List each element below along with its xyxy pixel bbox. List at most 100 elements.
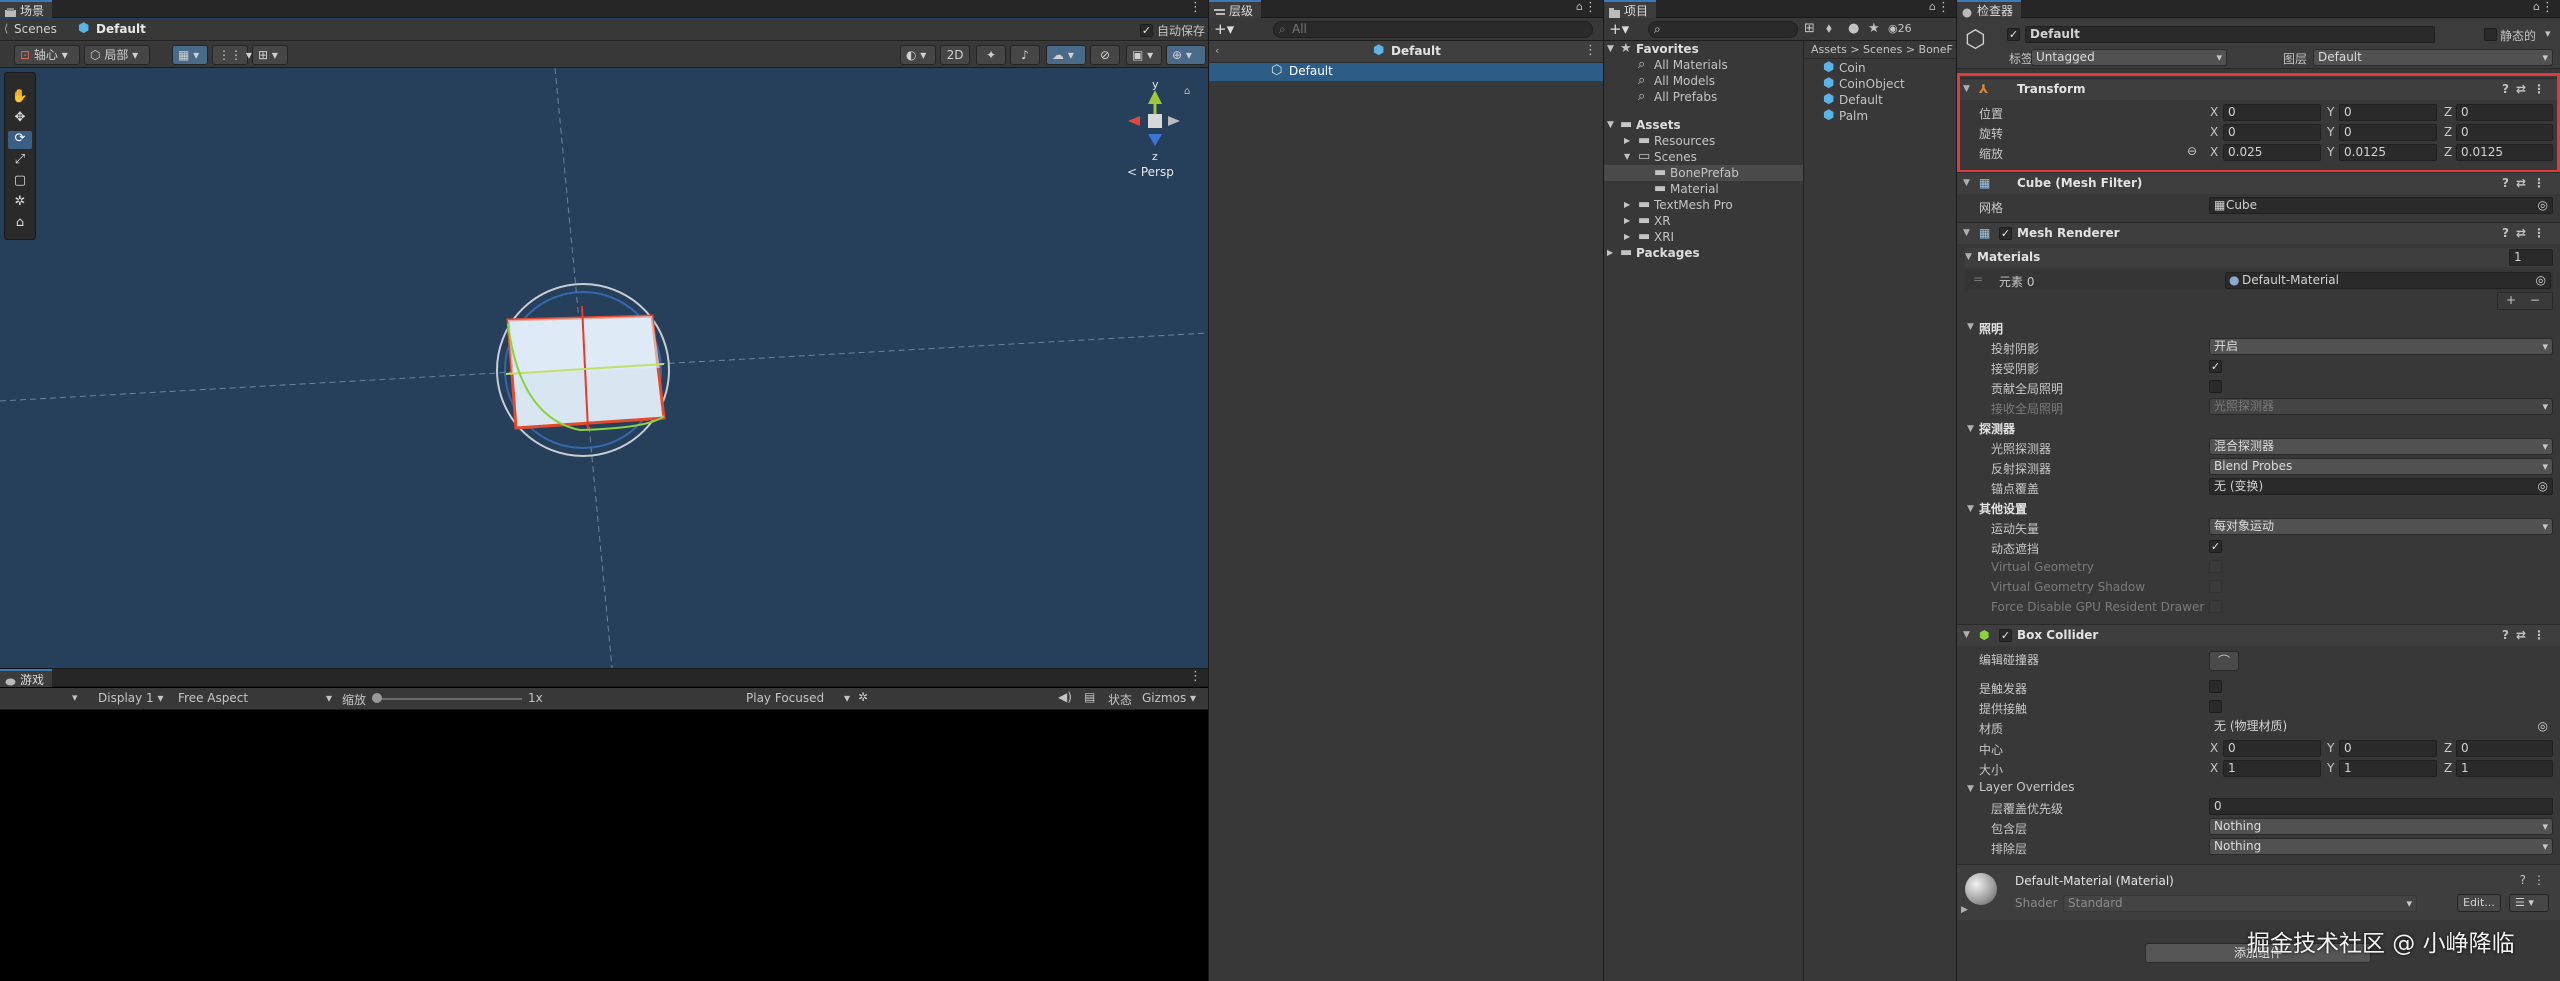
material-element-field[interactable]: ● Default-Material ◎	[2225, 272, 2551, 289]
tab-scene[interactable]: 场景	[0, 0, 53, 18]
cast-shadows-dropdown[interactable]: 开启	[2209, 338, 2553, 355]
favorites-header[interactable]: ▼ ★ Favorites	[1604, 41, 1803, 57]
reflection-probes-dropdown[interactable]: Blend Probes	[2209, 458, 2553, 475]
scale-x-field[interactable]: 0.025	[2223, 144, 2321, 161]
hierarchy-lock-icon[interactable]: ⌂	[1576, 0, 1583, 13]
bug-icon[interactable]: ✲	[858, 690, 868, 704]
favorites-fold-icon[interactable]: ▼	[1607, 41, 1614, 57]
assets-fold-icon[interactable]: ▼	[1607, 117, 1614, 133]
layer-dropdown[interactable]: Default	[2313, 49, 2553, 66]
mesh-filter-fold-icon[interactable]: ▼	[1963, 173, 1970, 194]
file-item[interactable]: ⬢ CoinObject	[1805, 76, 1956, 92]
object-picker-icon[interactable]: ◎	[2538, 198, 2548, 213]
component-header-icons[interactable]: ?⇄⋮	[2502, 625, 2552, 646]
edit-collider-button[interactable]: ⌒	[2209, 651, 2239, 671]
shader-options-button[interactable]: ☰ ▾	[2509, 894, 2549, 912]
materials-header[interactable]: ▼ Materials 1	[1965, 248, 2553, 267]
include-layers-dropdown[interactable]: Nothing	[2209, 818, 2553, 835]
autosave-checkbox[interactable]: ✓	[1140, 24, 1153, 37]
object-name-input[interactable]: Default	[2025, 26, 2435, 43]
box-collider-enabled-checkbox[interactable]: ✓	[1999, 629, 2012, 642]
project-lock-icon[interactable]: ⌂	[1929, 0, 1936, 13]
search-by-label-icon[interactable]: ⬧	[1826, 21, 1832, 36]
project-more-icon[interactable]: ⋮	[1937, 0, 1950, 15]
info-icon[interactable]: ●	[1848, 21, 1859, 36]
mute-audio-icon[interactable]: ◀)	[1058, 690, 1072, 704]
anchor-override-field[interactable]: 无 (变换) ◎	[2209, 478, 2553, 495]
aspect-dropdown[interactable]: Free Aspect ▾	[178, 691, 332, 705]
position-z-field[interactable]: 0	[2456, 104, 2553, 121]
scene-more-icon[interactable]: ⋮	[1189, 0, 1202, 15]
stats-layout-icon[interactable]: ▤	[1084, 690, 1095, 704]
mesh-filter-header[interactable]: ▼ ▦ Cube (Mesh Filter) ?⇄⋮	[1957, 172, 2560, 194]
static-checkbox[interactable]	[2484, 28, 2497, 41]
probes-fold-icon[interactable]: ▼	[1967, 424, 1974, 434]
grid-snap-button[interactable]: ⋮⋮ ▾	[212, 45, 252, 65]
file-item[interactable]: ⬢ Coin	[1805, 60, 1956, 76]
breadcrumb-root[interactable]: Scenes	[14, 22, 57, 36]
shader-dropdown[interactable]: Standard	[2063, 895, 2417, 912]
material-fold-icon[interactable]: ▶	[1961, 905, 1968, 915]
tree-item-resources[interactable]: ▶ ▬ Resources	[1604, 133, 1803, 149]
breadcrumb-current[interactable]: Default	[96, 22, 146, 36]
tree-item-xr[interactable]: ▶ ▬ XR	[1604, 213, 1803, 229]
tree-fold-icon[interactable]: ▼	[1624, 149, 1630, 165]
gizmos-dropdown[interactable]: Gizmos ▾	[1142, 691, 1196, 705]
increment-snap-button[interactable]: ⊞ ▾	[252, 45, 288, 65]
project-create-dropdown[interactable]: +▾	[1609, 20, 1629, 38]
exclude-layers-dropdown[interactable]: Nothing	[2209, 838, 2553, 855]
create-dropdown[interactable]: +▾	[1214, 20, 1234, 38]
crumb-assets[interactable]: Assets	[1811, 43, 1847, 56]
favorite-item[interactable]: ⌕ All Models	[1604, 73, 1803, 89]
inspector-more-icon[interactable]: ⋮	[2541, 0, 2554, 15]
rotation-z-field[interactable]: 0	[2456, 124, 2553, 141]
gizmos-scene-button[interactable]: ⊕ ▾	[1166, 45, 1206, 65]
hierarchy-scene-header[interactable]: ‹ ⬢ Default ⋮	[1209, 41, 1603, 63]
tree-item-xri[interactable]: ▶ ▬ XRI	[1604, 229, 1803, 245]
materials-fold-icon[interactable]: ▼	[1965, 252, 1972, 262]
dynamic-occlusion-checkbox[interactable]: ✓	[2209, 540, 2222, 553]
tag-dropdown[interactable]: Untagged	[2031, 49, 2227, 66]
component-header-icons[interactable]: ?⇄⋮	[2502, 173, 2552, 194]
size-x-field[interactable]: 1	[2223, 760, 2321, 777]
game-view-dropdown[interactable]: ▾	[72, 691, 78, 704]
motion-vectors-dropdown[interactable]: 每对象运动	[2209, 518, 2553, 535]
play-mode-dropdown[interactable]: Play Focused ▾	[746, 691, 850, 705]
tree-fold-icon[interactable]: ▶	[1624, 197, 1630, 213]
file-item[interactable]: ⬢ Default	[1805, 92, 1956, 108]
tree-item-material[interactable]: ▬ Material	[1604, 181, 1803, 197]
component-header-icons[interactable]: ?⇄⋮	[2502, 223, 2552, 244]
center-x-field[interactable]: 0	[2223, 740, 2321, 757]
box-collider-fold-icon[interactable]: ▼	[1963, 625, 1970, 646]
object-picker-icon[interactable]: ◎	[2538, 479, 2548, 494]
other-settings-fold-icon[interactable]: ▼	[1967, 504, 1974, 514]
lighting-toggle-button[interactable]: ✦	[976, 45, 1006, 65]
scale-slider[interactable]	[372, 698, 522, 700]
is-trigger-checkbox[interactable]	[2209, 680, 2222, 693]
mode-2d-button[interactable]: 2D	[940, 45, 970, 65]
draw-mode-button[interactable]: ◐ ▾	[900, 45, 936, 65]
audio-toggle-button[interactable]: ♪	[1010, 45, 1040, 65]
tree-fold-icon[interactable]: ▶	[1624, 133, 1630, 149]
physic-material-field[interactable]: 无 (物理材质) ◎	[2209, 718, 2553, 735]
assets-header[interactable]: ▼ ▬ Assets	[1604, 117, 1803, 133]
rotation-y-field[interactable]: 0	[2339, 124, 2437, 141]
drag-handle-icon[interactable]: =	[1973, 272, 1983, 286]
hierarchy-more-icon[interactable]: ⋮	[1584, 0, 1597, 15]
provides-contacts-checkbox[interactable]	[2209, 700, 2222, 713]
effects-button[interactable]: ☁ ▾	[1046, 45, 1086, 65]
tab-hierarchy[interactable]: 层级	[1209, 0, 1262, 18]
stats-button[interactable]: 状态	[1108, 691, 1132, 708]
favorite-star-icon[interactable]: ★	[1868, 21, 1880, 36]
mesh-field[interactable]: ▦ Cube ◎	[2209, 197, 2553, 214]
add-element-button[interactable]: +	[2506, 293, 2516, 307]
scene-menu-icon[interactable]: ⋮	[1584, 43, 1597, 58]
materials-count-field[interactable]: 1	[2509, 249, 2553, 266]
layer-overrides-fold-icon[interactable]: ▼	[1967, 784, 1974, 794]
contribute-gi-checkbox[interactable]	[2209, 380, 2222, 393]
tree-fold-icon[interactable]: ▶	[1624, 229, 1630, 245]
favorite-item[interactable]: ⌕ All Materials	[1604, 57, 1803, 73]
object-picker-icon[interactable]: ◎	[2538, 719, 2548, 734]
box-collider-header[interactable]: ▼ ⬢ ✓ Box Collider ?⇄⋮	[1957, 624, 2560, 646]
size-y-field[interactable]: 1	[2339, 760, 2437, 777]
